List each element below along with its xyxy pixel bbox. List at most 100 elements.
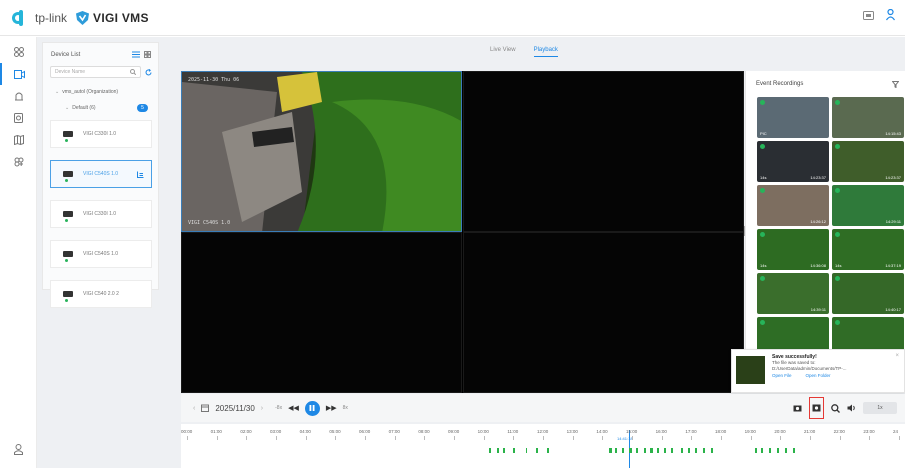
osd-camera-name: VIGI C540S 1.0 — [188, 220, 231, 226]
recording-segment[interactable] — [497, 448, 499, 453]
recording-segment[interactable] — [711, 448, 713, 453]
timeline-tick — [572, 436, 574, 440]
recording-segment[interactable] — [777, 448, 779, 453]
message-icon[interactable] — [863, 10, 874, 20]
recording-segment[interactable] — [671, 448, 673, 453]
recording-segment[interactable] — [761, 448, 763, 453]
playback-timeline[interactable]: 14:41:18 00:00 01:00 02:00 03:00 04:00 05:00 0… — [181, 424, 905, 468]
event-thumbnail[interactable]: 14:40:17 — [832, 273, 904, 314]
timeline-tick — [394, 436, 396, 440]
recording-segment[interactable] — [536, 448, 538, 453]
open-file-link[interactable]: Open File — [772, 373, 792, 378]
device-list-panel: Device List Device Name ⌄ vms_autol (Org… — [42, 42, 159, 308]
recording-segment[interactable] — [547, 448, 549, 453]
calendar-icon[interactable] — [201, 404, 210, 412]
alarm-nav-icon[interactable] — [0, 85, 37, 107]
open-folder-link[interactable]: Open Folder — [806, 373, 831, 378]
event-thumbnail[interactable]: PIC — [757, 97, 829, 138]
tab-playback[interactable]: Playback — [533, 47, 558, 57]
event-thumbnail[interactable]: 14s 14:37:19 — [832, 229, 904, 270]
video-tile-active[interactable]: 2025-11-30 Thu 06 VIGI C540S 1.0 — [181, 71, 462, 232]
recording-segment[interactable] — [629, 448, 632, 453]
recording-segment[interactable] — [489, 448, 491, 453]
zoom-icon[interactable] — [831, 403, 840, 413]
record-clip-button[interactable] — [809, 397, 824, 419]
map-nav-icon[interactable] — [0, 129, 37, 151]
tab-live-view[interactable]: Live View — [490, 47, 516, 57]
recording-segment[interactable] — [526, 448, 527, 453]
recording-segment[interactable] — [785, 448, 787, 453]
fast-forward-icon[interactable]: ▶▶ — [326, 404, 337, 412]
recording-segment[interactable] — [615, 448, 617, 453]
video-tile-empty[interactable] — [181, 232, 462, 393]
recording-segment[interactable] — [664, 448, 666, 453]
recording-segment[interactable] — [609, 448, 612, 453]
event-thumbnail[interactable]: 14s 14:36:08 — [757, 229, 829, 270]
recording-segment[interactable] — [793, 448, 795, 453]
prev-day-icon[interactable]: ‹ — [193, 405, 195, 412]
video-tile-empty[interactable] — [463, 232, 744, 393]
tree-site[interactable]: ⌄ Default (6) 5 — [43, 100, 158, 116]
timeline-tick — [305, 436, 307, 440]
dashboard-nav-icon[interactable] — [0, 41, 37, 63]
timeline-tick — [454, 436, 455, 440]
recording-segment[interactable] — [622, 448, 624, 453]
event-thumbnail[interactable]: 14:15:43 — [832, 97, 904, 138]
speed-forward-label[interactable]: 8x — [343, 405, 348, 411]
timeline-tick — [483, 436, 485, 440]
timeline-tick — [661, 436, 663, 440]
playback-date[interactable]: 2025/11/30 — [215, 404, 254, 413]
timeline-hour-label: 16:00 — [655, 429, 667, 434]
camera-item-selected[interactable]: VIGI C540S 1.0 — [50, 160, 152, 188]
event-thumbnail[interactable]: 14:29:11 — [832, 185, 904, 226]
recording-segment[interactable] — [681, 448, 683, 453]
device-search-input[interactable]: Device Name — [50, 66, 141, 78]
rewind-icon[interactable]: ◀◀ — [288, 404, 299, 412]
storage-nav-icon[interactable] — [0, 107, 37, 129]
recording-segment[interactable] — [513, 448, 515, 453]
event-thumbnail[interactable]: 14:23:37 — [832, 141, 904, 182]
speed-back-label[interactable]: -8x — [275, 405, 282, 411]
next-day-icon[interactable]: › — [261, 405, 263, 412]
event-thumbnail[interactable]: 14:26:12 — [757, 185, 829, 226]
tree-organization[interactable]: ⌄ vms_autol (Organization) — [43, 84, 158, 100]
recording-segment[interactable] — [650, 448, 653, 453]
camera-item[interactable]: VIGI C540S 1.0 — [50, 240, 152, 268]
timeline-tick — [187, 436, 188, 440]
recording-segment[interactable] — [503, 448, 505, 453]
video-tile-empty[interactable] — [463, 71, 744, 232]
filter-icon[interactable] — [892, 81, 899, 88]
settings-nav-icon[interactable] — [0, 151, 37, 173]
camera-item[interactable]: VIGI C540 2.0 2 — [50, 280, 152, 308]
recording-segment[interactable] — [657, 448, 659, 453]
timeline-hour-label: 08:00 — [418, 429, 430, 434]
recording-segment[interactable] — [636, 448, 638, 453]
toast-close-icon[interactable]: × — [895, 353, 899, 359]
list-view-icon[interactable] — [132, 51, 140, 58]
event-thumbnail[interactable]: 14:39:11 — [757, 273, 829, 314]
thumbnail-duration: 14s — [835, 263, 842, 268]
camera-label: VIGI C330I 1.0 — [83, 211, 117, 217]
pause-button[interactable] — [304, 400, 320, 416]
timeline-hour-label: 11:00 — [507, 429, 519, 434]
user-icon[interactable] — [886, 9, 895, 21]
playback-open-icon[interactable] — [137, 171, 144, 178]
recording-segment[interactable] — [755, 448, 757, 453]
recording-segment[interactable] — [695, 448, 697, 453]
site-count-badge: 5 — [137, 104, 148, 112]
event-thumbnail[interactable]: 14s 14:23:37 — [757, 141, 829, 182]
refresh-icon[interactable] — [145, 68, 152, 76]
account-nav-icon[interactable] — [0, 438, 37, 460]
timeline-tick — [602, 436, 604, 440]
camera-item[interactable]: VIGI C330I 1.0 — [50, 200, 152, 228]
volume-icon[interactable] — [847, 404, 856, 412]
playback-speed-select[interactable]: 1x — [863, 402, 897, 414]
recording-segment[interactable] — [644, 448, 646, 453]
camera-item[interactable]: VIGI C330I 1.0 — [50, 120, 152, 148]
snapshot-icon[interactable] — [793, 404, 802, 412]
recording-segment[interactable] — [688, 448, 690, 453]
playback-nav-icon[interactable] — [0, 63, 37, 85]
recording-segment[interactable] — [769, 448, 771, 453]
recording-segment[interactable] — [703, 448, 705, 453]
grid-view-icon[interactable] — [144, 51, 151, 58]
